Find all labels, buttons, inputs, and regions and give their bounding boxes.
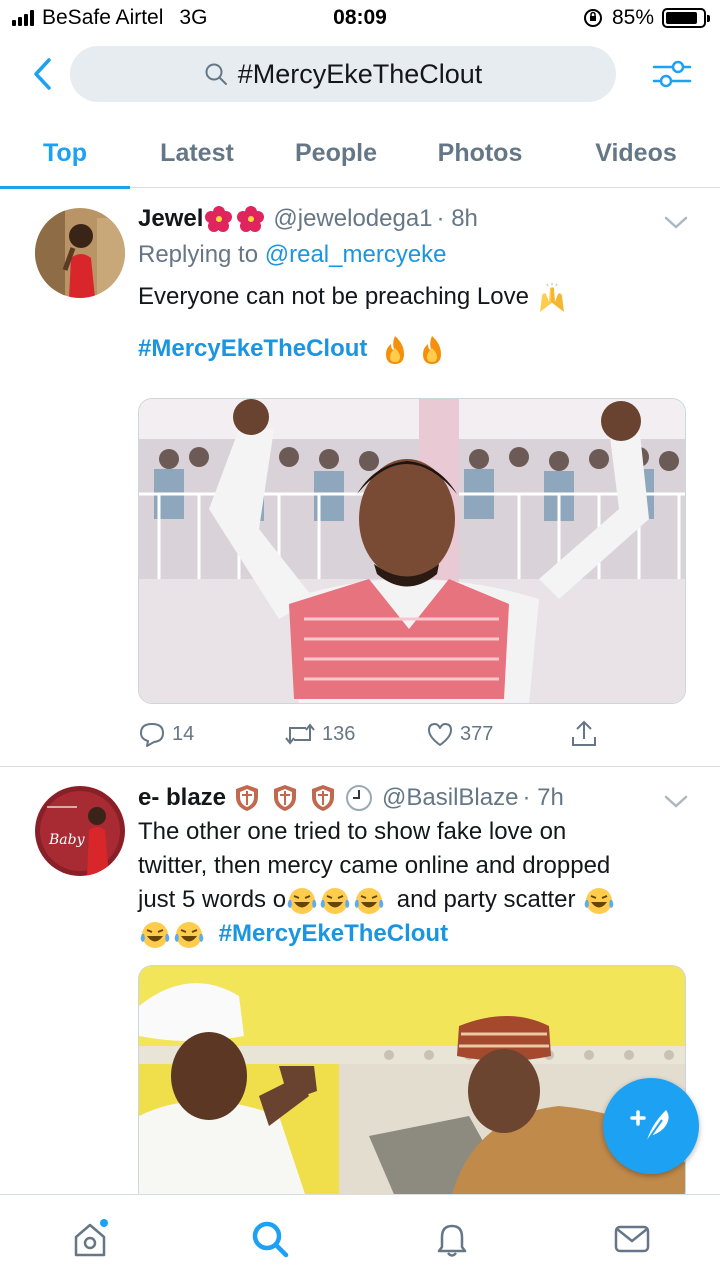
laughing-tears-emoji-icon <box>584 887 614 914</box>
tweet-time: · 7h <box>522 784 564 811</box>
reply-count: 14 <box>172 722 195 745</box>
compose-feather-icon <box>630 1110 669 1147</box>
retweet-icon <box>285 723 315 745</box>
retweet-count: 136 <box>322 722 356 745</box>
chevron-down-icon[interactable] <box>662 212 690 232</box>
heart-icon <box>428 723 452 746</box>
author-name[interactable]: Jewel <box>138 204 203 234</box>
retweet-button[interactable]: 136 <box>284 720 355 748</box>
search-icon <box>205 63 227 85</box>
search-icon <box>252 1221 289 1258</box>
shield-emoji-icon <box>274 785 297 811</box>
laughing-tears-emoji-icon <box>174 921 204 948</box>
back-button[interactable] <box>20 52 64 96</box>
tweet-hashtag-line: #MercyEkeTheClout <box>138 332 688 366</box>
hibiscus-emoji-icon <box>205 206 233 232</box>
compose-tweet-button[interactable] <box>603 1078 699 1174</box>
author-handle[interactable]: @BasilBlaze <box>382 783 518 813</box>
search-tabs: Top Latest People Photos Videos <box>0 118 720 189</box>
fire-emoji-icon <box>422 335 441 364</box>
clock-emoji-icon <box>346 785 373 811</box>
battery-percent: 85% <box>611 6 654 29</box>
tab-photos[interactable]: Photos <box>414 118 546 188</box>
laughing-tears-emoji-icon <box>320 887 350 914</box>
tweet-text: The other one tried to show fake love on… <box>138 815 698 951</box>
tweet-body: Jewel @jewelodega1 · 8h Replying to @rea… <box>138 204 688 366</box>
share-button[interactable] <box>570 719 598 749</box>
tweet-text: Everyone can not be preaching Love <box>138 280 688 314</box>
raising-hands-emoji-icon <box>539 282 564 312</box>
fire-emoji-icon <box>386 335 405 364</box>
tweet-time: · 8h <box>436 205 478 232</box>
orientation-lock-icon <box>583 9 602 27</box>
tweet-actions: 14 136 377 <box>138 714 598 754</box>
tweet-body: e- blaze @BasilBlaze · 7h The other one … <box>138 783 698 951</box>
filter-button[interactable] <box>648 52 696 96</box>
tweet-image[interactable] <box>138 965 686 1205</box>
battery-icon <box>662 8 710 28</box>
author-handle[interactable]: @jewelodega1 <box>273 204 432 234</box>
hibiscus-emoji-icon <box>237 206 265 232</box>
like-count: 377 <box>460 722 494 745</box>
mail-icon <box>614 1225 650 1253</box>
reply-icon <box>140 723 164 747</box>
nav-search[interactable] <box>248 1217 292 1261</box>
reply-button[interactable]: 14 <box>138 720 194 748</box>
nav-messages[interactable] <box>610 1217 654 1261</box>
shield-emoji-icon <box>236 785 259 811</box>
shield-emoji-icon <box>312 785 335 811</box>
hashtag-link[interactable]: #MercyEkeTheClout <box>219 920 448 947</box>
bottom-nav <box>0 1194 720 1280</box>
tab-latest[interactable]: Latest <box>132 118 262 188</box>
like-button[interactable]: 377 <box>426 720 493 748</box>
hashtag-link[interactable]: #MercyEkeTheClout <box>138 335 367 362</box>
status-right: 85% <box>582 6 710 30</box>
bell-icon <box>437 1224 467 1257</box>
avatar[interactable]: Baby <box>35 786 125 876</box>
laughing-tears-emoji-icon <box>354 887 384 914</box>
status-bar: BeSafe Airtel 3G 08:09 85% <box>0 0 720 36</box>
chevron-left-icon <box>34 58 51 90</box>
chevron-down-icon[interactable] <box>662 791 690 811</box>
nav-home[interactable] <box>68 1217 112 1261</box>
tab-top[interactable]: Top <box>0 118 130 189</box>
tweet-header: e- blaze @BasilBlaze · 7h <box>138 783 698 813</box>
avatar-text: Baby <box>48 832 86 848</box>
tweet-image[interactable] <box>138 398 686 704</box>
sliders-icon <box>652 60 692 88</box>
author-name[interactable]: e- blaze <box>138 783 226 813</box>
tweet[interactable]: Jewel @jewelodega1 · 8h Replying to @rea… <box>0 188 720 766</box>
avatar[interactable] <box>35 208 125 298</box>
home-icon <box>74 1219 108 1257</box>
mention-link[interactable]: @real_mercyeke <box>265 241 447 268</box>
search-input[interactable]: #MercyEkeTheClout <box>70 46 616 102</box>
tab-videos[interactable]: Videos <box>570 118 702 188</box>
replying-to: Replying to @real_mercyeke <box>138 241 447 268</box>
search-header: #MercyEkeTheClout <box>0 44 720 104</box>
nav-notifications[interactable] <box>430 1217 474 1261</box>
tab-people[interactable]: People <box>270 118 402 188</box>
laughing-tears-emoji-icon <box>287 887 317 914</box>
tweet-header: Jewel @jewelodega1 · 8h <box>138 204 688 234</box>
share-icon <box>572 720 596 746</box>
laughing-tears-emoji-icon <box>140 921 170 948</box>
search-query: #MercyEkeTheClout <box>237 58 483 89</box>
